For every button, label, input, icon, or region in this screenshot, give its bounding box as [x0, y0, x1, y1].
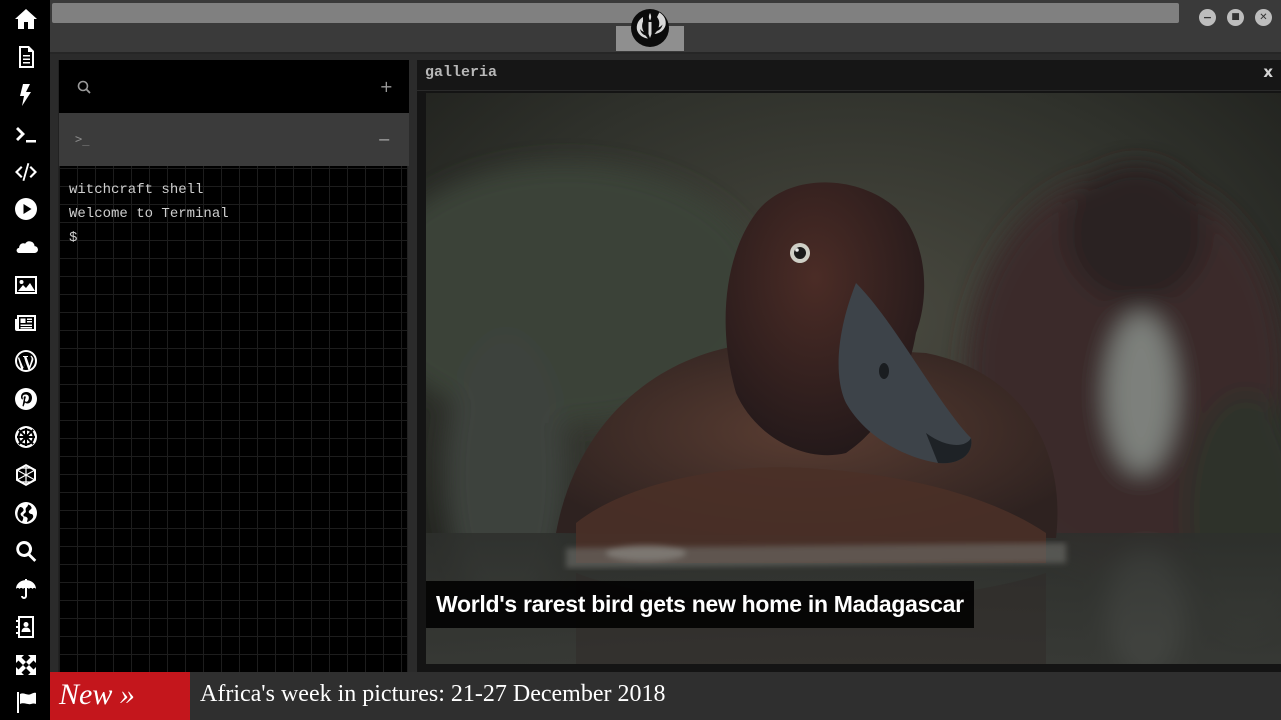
close-button[interactable]: ✕: [1255, 9, 1272, 26]
address-book-icon[interactable]: [13, 614, 39, 640]
news-ticker: New » Africa's week in pictures: 21-27 D…: [50, 672, 1281, 720]
terminal-icon[interactable]: [13, 122, 39, 148]
cloud-icon[interactable]: [13, 234, 39, 260]
window-titlebar: − ■ ✕: [50, 0, 1281, 54]
home-icon[interactable]: [13, 6, 39, 32]
hexagon-network-icon[interactable]: [13, 462, 39, 488]
rebel-alliance-icon: [631, 9, 669, 47]
galleria-title: galleria: [425, 64, 498, 81]
terminal-output[interactable]: witchcraft shell Welcome to Terminal $: [69, 178, 229, 250]
terminal-line: witchcraft shell: [69, 182, 204, 198]
galleria-header: galleria x: [417, 60, 1281, 91]
new-badge[interactable]: New »: [50, 672, 190, 720]
galleria-panel: galleria x World's rarest bird gets new …: [417, 60, 1281, 672]
galleria-photo[interactable]: [426, 93, 1281, 664]
maximize-button[interactable]: ■: [1227, 9, 1244, 26]
expand-icon[interactable]: [13, 652, 39, 678]
play-icon[interactable]: [13, 196, 39, 222]
flag-icon[interactable]: [13, 689, 39, 715]
collapse-terminal-button[interactable]: −: [378, 130, 391, 149]
galactic-empire-icon[interactable]: [13, 424, 39, 450]
galleria-close-button[interactable]: x: [1263, 63, 1273, 81]
image-icon[interactable]: [13, 272, 39, 298]
code-icon[interactable]: [13, 159, 39, 185]
app-icon-bar: [0, 0, 50, 720]
document-icon[interactable]: [13, 44, 39, 70]
terminal-panel: + >_ − witchcraft shell Welcome to Termi…: [58, 60, 409, 672]
ticker-headline-link[interactable]: Africa's week in pictures: 21-27 Decembe…: [200, 672, 666, 716]
galleria-caption[interactable]: World's rarest bird gets new home in Mad…: [426, 581, 974, 628]
umbrella-icon[interactable]: [13, 576, 39, 602]
duck-photo: [426, 93, 1281, 664]
terminal-search-bar[interactable]: +: [59, 60, 409, 113]
pinterest-icon[interactable]: [13, 386, 39, 412]
bolt-icon[interactable]: [13, 82, 39, 108]
wordpress-icon[interactable]: [13, 348, 39, 374]
terminal-tab[interactable]: >_ −: [59, 113, 409, 166]
terminal-prompt: $: [69, 230, 78, 246]
globe-icon[interactable]: [13, 500, 39, 526]
address-bar[interactable]: [52, 3, 1179, 23]
newspaper-icon[interactable]: [13, 310, 39, 336]
terminal-line: Welcome to Terminal: [69, 206, 229, 222]
search-icon[interactable]: [13, 538, 39, 564]
search-icon: [77, 80, 91, 94]
add-terminal-button[interactable]: +: [380, 77, 393, 96]
minimize-button[interactable]: −: [1199, 9, 1216, 26]
prompt-icon: >_: [75, 132, 90, 146]
